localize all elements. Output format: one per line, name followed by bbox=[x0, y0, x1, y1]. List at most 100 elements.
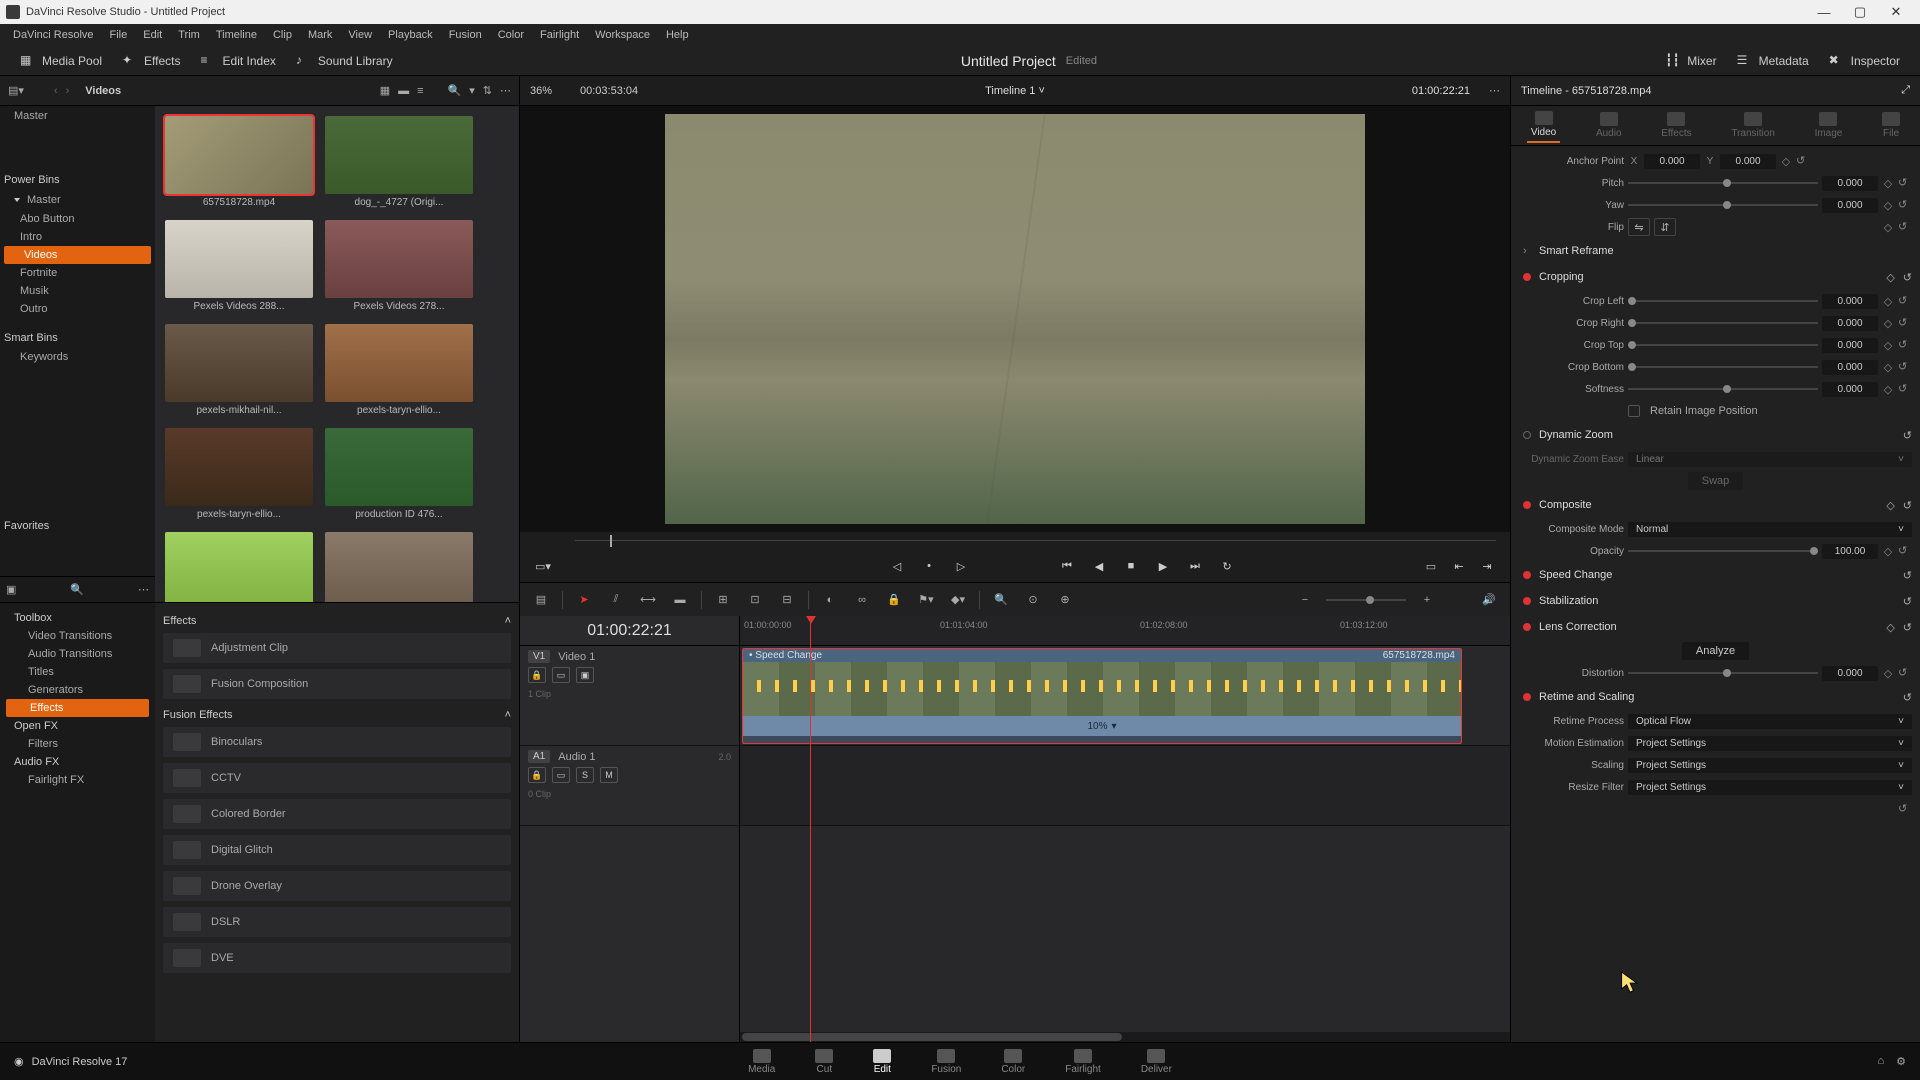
crop-bottom-slider[interactable] bbox=[1628, 366, 1818, 368]
pitch-input[interactable]: 0.000 bbox=[1822, 176, 1878, 191]
fx-tree-item[interactable]: Video Transitions bbox=[4, 627, 151, 645]
clip-card[interactable]: pexels-mikhail-nil... bbox=[165, 324, 313, 416]
bin-search-icon[interactable]: 🔍 bbox=[70, 583, 84, 596]
menu-file[interactable]: File bbox=[103, 26, 135, 44]
track-enable-icon[interactable]: ▣ bbox=[576, 667, 594, 683]
speed-dropdown-icon[interactable]: ▾ bbox=[1111, 721, 1116, 732]
audio-track-1[interactable] bbox=[740, 746, 1510, 826]
project-settings-icon[interactable]: ⚙ bbox=[1896, 1055, 1906, 1068]
bin-item-videos[interactable]: Videos bbox=[4, 246, 151, 264]
maximize-button[interactable]: ▢ bbox=[1842, 4, 1878, 20]
last-frame-icon[interactable]: ⏭ bbox=[1186, 557, 1204, 575]
crop-right-input[interactable]: 0.000 bbox=[1822, 316, 1878, 331]
bin-item[interactable]: Abo Button bbox=[0, 210, 155, 228]
reset-icon[interactable]: ↺ bbox=[1796, 154, 1810, 168]
fx-item[interactable]: Adjustment Clip bbox=[163, 633, 511, 663]
section-cropping[interactable]: Cropping◇↺ bbox=[1519, 264, 1912, 290]
tab-effects[interactable]: Effects bbox=[1657, 109, 1695, 142]
editindex-toggle[interactable]: ≡Edit Index bbox=[191, 49, 286, 73]
inspector-toggle[interactable]: ✖Inspector bbox=[1819, 49, 1910, 73]
fx-tree-item[interactable]: Fairlight FX bbox=[4, 771, 151, 789]
fx-tree-item[interactable]: Generators bbox=[4, 681, 151, 699]
section-composite[interactable]: Composite◇↺ bbox=[1519, 492, 1912, 518]
thumbnail-view-icon[interactable]: ▦ bbox=[380, 84, 390, 97]
menu-fusion[interactable]: Fusion bbox=[442, 26, 489, 44]
video-track-1[interactable]: • Speed Change657518728.mp4 10%▾ bbox=[740, 646, 1510, 746]
crop-right-slider[interactable] bbox=[1628, 322, 1818, 324]
retime-icon[interactable]: ◐ bbox=[819, 589, 841, 611]
zoom-search-icon[interactable]: 🔍 bbox=[990, 589, 1012, 611]
section-lens-correction[interactable]: Lens Correction◇↺ bbox=[1519, 614, 1912, 640]
tab-file[interactable]: File bbox=[1878, 109, 1904, 142]
reset-icon[interactable]: ↺ bbox=[1898, 198, 1912, 212]
viewer-options-icon[interactable]: ⋯ bbox=[1489, 84, 1500, 97]
search-icon[interactable]: 🔍 bbox=[448, 84, 462, 97]
home-icon[interactable]: ⌂ bbox=[1877, 1055, 1884, 1068]
composite-mode-dropdown[interactable]: Normal˅ bbox=[1628, 522, 1912, 537]
clip-card[interactable]: Pexels Videos 278... bbox=[325, 220, 473, 312]
menu-trim[interactable]: Trim bbox=[171, 26, 207, 44]
tab-image[interactable]: Image bbox=[1811, 109, 1847, 142]
blade-tool-icon[interactable]: ⟷ bbox=[637, 589, 659, 611]
reset-icon[interactable]: ↺ bbox=[1898, 802, 1912, 816]
bin-item[interactable]: Intro bbox=[0, 228, 155, 246]
metadata-toggle[interactable]: ☰Metadata bbox=[1727, 49, 1819, 73]
clip-card[interactable]: Pexels Videos 288... bbox=[165, 220, 313, 312]
section-speed-change[interactable]: Speed Change↺ bbox=[1519, 562, 1912, 588]
link-icon[interactable]: ∞ bbox=[851, 589, 873, 611]
motion-estimation-dropdown[interactable]: Project Settings˅ bbox=[1628, 736, 1912, 751]
lock-icon[interactable]: 🔒 bbox=[883, 589, 905, 611]
smartbin-item[interactable]: Keywords bbox=[0, 348, 155, 366]
menu-view[interactable]: View bbox=[341, 26, 379, 44]
expand-icon[interactable]: ⤢ bbox=[1901, 84, 1910, 97]
crop-left-slider[interactable] bbox=[1628, 300, 1818, 302]
collapse-icon[interactable]: ˄ bbox=[505, 615, 511, 627]
zoom-out-icon[interactable]: − bbox=[1294, 589, 1316, 611]
overlay-icon[interactable]: ▭▾ bbox=[534, 557, 552, 575]
timeline-hscroll[interactable] bbox=[740, 1032, 1510, 1042]
distortion-input[interactable]: 0.000 bbox=[1822, 666, 1878, 681]
clip-card[interactable] bbox=[165, 532, 313, 602]
menu-mark[interactable]: Mark bbox=[301, 26, 339, 44]
menu-fairlight[interactable]: Fairlight bbox=[533, 26, 586, 44]
strip-view-icon[interactable]: ▬ bbox=[398, 85, 409, 97]
openfx-header[interactable]: Open FX bbox=[4, 717, 151, 735]
anchor-x-input[interactable]: 0.000 bbox=[1644, 154, 1700, 169]
anchor-y-input[interactable]: 0.000 bbox=[1720, 154, 1776, 169]
retime-process-dropdown[interactable]: Optical Flow˅ bbox=[1628, 714, 1912, 729]
tab-video[interactable]: Video bbox=[1527, 108, 1560, 143]
crop-bottom-input[interactable]: 0.000 bbox=[1822, 360, 1878, 375]
bin-options-icon[interactable]: ⋯ bbox=[138, 583, 149, 596]
tab-audio[interactable]: Audio bbox=[1592, 109, 1626, 142]
softness-slider[interactable] bbox=[1628, 388, 1818, 390]
go-out-icon[interactable]: ⇥ bbox=[1478, 557, 1496, 575]
reset-icon[interactable]: ↺ bbox=[1903, 429, 1912, 442]
overwrite-icon[interactable]: ⊞ bbox=[712, 589, 734, 611]
opacity-slider[interactable] bbox=[1628, 550, 1818, 552]
bin-master[interactable]: Master bbox=[0, 106, 155, 126]
yaw-slider[interactable] bbox=[1628, 204, 1818, 206]
page-media[interactable]: Media bbox=[748, 1049, 775, 1075]
fx-item[interactable]: Fusion Composition bbox=[163, 669, 511, 699]
timeline-name[interactable]: Timeline 1 ˅ bbox=[985, 85, 1045, 97]
pitch-slider[interactable] bbox=[1628, 182, 1818, 184]
minimize-button[interactable]: — bbox=[1806, 5, 1842, 20]
zoom-fit-icon[interactable]: ⊙ bbox=[1022, 589, 1044, 611]
stop-icon[interactable]: ■ bbox=[1122, 557, 1140, 575]
playhead[interactable] bbox=[810, 616, 811, 1042]
trim-tool-icon[interactable]: ⫽ bbox=[605, 589, 627, 611]
keyframe-icon[interactable]: ◇ bbox=[1882, 221, 1894, 233]
retain-position-checkbox[interactable] bbox=[1628, 405, 1640, 417]
clip-card[interactable]: pexels-taryn-ellio... bbox=[165, 428, 313, 520]
keyframe-icon[interactable]: ◇ bbox=[1882, 199, 1894, 211]
track-lock-icon[interactable]: 🔒 bbox=[528, 767, 546, 783]
page-color[interactable]: Color bbox=[1001, 1049, 1025, 1075]
search-dropdown-icon[interactable]: ▾ bbox=[469, 84, 475, 97]
track-solo-icon[interactable]: S bbox=[576, 767, 594, 783]
page-edit[interactable]: Edit bbox=[873, 1049, 891, 1075]
fx-tree-item[interactable]: Filters bbox=[4, 735, 151, 753]
reset-icon[interactable]: ↺ bbox=[1898, 176, 1912, 190]
close-button[interactable]: ✕ bbox=[1878, 4, 1914, 20]
fx-item[interactable]: Drone Overlay bbox=[163, 871, 511, 901]
bin-item[interactable]: Musik bbox=[0, 282, 155, 300]
